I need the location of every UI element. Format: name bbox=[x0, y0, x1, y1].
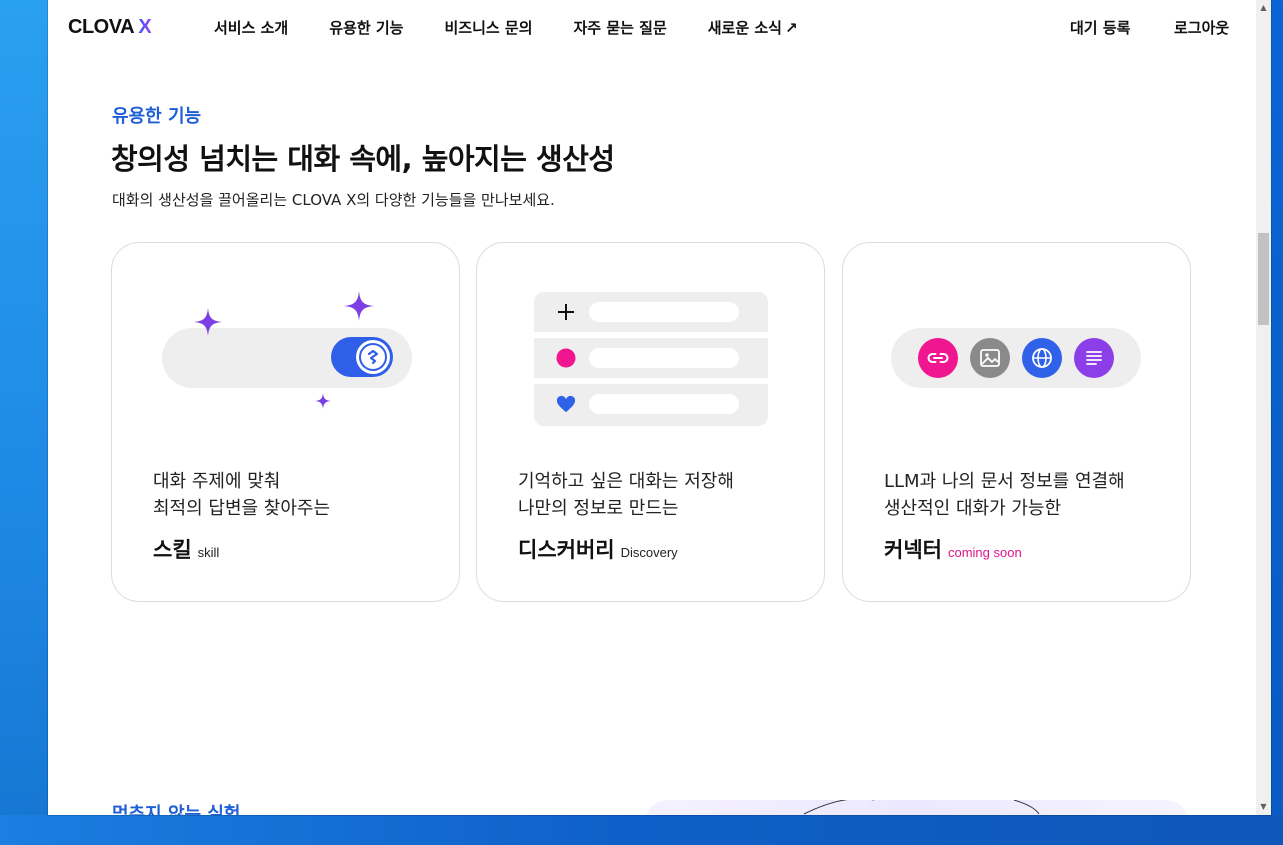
scroll-down-arrow-icon[interactable]: ▼ bbox=[1256, 799, 1271, 814]
card-title: 커넥터 coming soon bbox=[884, 534, 1022, 564]
card-name: 커넥터 bbox=[884, 538, 942, 562]
waitlist-link[interactable]: 대기 등록 bbox=[1070, 17, 1130, 38]
nav-item-faq[interactable]: 자주 묻는 질문 bbox=[574, 17, 667, 38]
card-description: 기억하고 싶은 대화는 저장해 나만의 정보로 만드는 bbox=[518, 471, 734, 519]
section-subline: 대화의 생산성을 끌어올리는 CLOVA X의 다양한 기능들을 만나보세요. bbox=[112, 191, 555, 209]
card-subtitle: skill bbox=[197, 545, 220, 560]
next-section-visual bbox=[644, 800, 1189, 815]
feature-card-connector: LLM과 나의 문서 정보를 연결해 생산적인 대화가 가능한 커넥터 comi… bbox=[842, 242, 1191, 602]
scroll-up-arrow-icon[interactable]: ▲ bbox=[1256, 0, 1271, 15]
section-eyebrow: 유용한 기능 bbox=[112, 106, 202, 127]
scrollbar-thumb[interactable] bbox=[1258, 233, 1269, 325]
coming-soon-badge: coming soon bbox=[947, 545, 1022, 560]
pink-dot-icon bbox=[556, 348, 576, 368]
next-section-eyebrow: 멈추지 않는 실험 bbox=[112, 804, 241, 815]
globe-icon bbox=[1022, 338, 1062, 378]
feature-card-skill: 대화 주제에 맞춰 최적의 답변을 찾아주는 스킬 skill bbox=[111, 242, 460, 602]
plus-icon bbox=[556, 302, 576, 322]
sparkle-icon bbox=[315, 393, 331, 409]
logo-x: X bbox=[138, 16, 152, 38]
card-name: 스킬 bbox=[153, 538, 192, 562]
heart-icon bbox=[556, 394, 576, 414]
card-name: 디스커버리 bbox=[518, 538, 615, 562]
discovery-list-row bbox=[534, 292, 768, 332]
document-icon bbox=[1074, 338, 1114, 378]
card-description: LLM과 나의 문서 정보를 연결해 생산적인 대화가 가능한 bbox=[884, 471, 1125, 519]
section-headline: 창의성 넘치는 대화 속에, 높아지는 생산성 bbox=[111, 142, 615, 176]
vertical-scrollbar[interactable] bbox=[1256, 0, 1271, 815]
external-link-icon: ↗ bbox=[784, 19, 798, 37]
desktop-background-bottom bbox=[0, 815, 1283, 845]
link-icon bbox=[918, 338, 958, 378]
sparkle-icon bbox=[194, 308, 222, 336]
discovery-list-row bbox=[534, 384, 768, 426]
card-title: 디스커버리 Discovery bbox=[518, 534, 678, 564]
card-title: 스킬 skill bbox=[153, 534, 219, 564]
nav-item-service-intro[interactable]: 서비스 소개 bbox=[214, 17, 288, 38]
nav-item-features[interactable]: 유용한 기능 bbox=[329, 17, 403, 38]
nav-item-news[interactable]: 새로운 소식 ↗ bbox=[708, 17, 798, 38]
browser-window: CLOVA X 서비스 소개 유용한 기능 비즈니스 문의 자주 묻는 질문 새… bbox=[48, 0, 1271, 815]
sparkle-icon bbox=[344, 291, 374, 321]
card-subtitle: Discovery bbox=[620, 545, 678, 560]
logout-link[interactable]: 로그아웃 bbox=[1174, 17, 1229, 38]
logo-text: CLOVA bbox=[68, 16, 134, 38]
skill-toggle-knob bbox=[356, 340, 390, 374]
site-header: CLOVA X 서비스 소개 유용한 기능 비즈니스 문의 자주 묻는 질문 새… bbox=[48, 0, 1256, 56]
image-icon bbox=[970, 338, 1010, 378]
desktop-background bbox=[0, 0, 48, 845]
nav-item-business-inquiry[interactable]: 비즈니스 문의 bbox=[444, 17, 532, 38]
discovery-list-row bbox=[534, 338, 768, 378]
main-nav: 서비스 소개 유용한 기능 비즈니스 문의 자주 묻는 질문 새로운 소식 ↗ bbox=[214, 17, 839, 38]
clova-x-logo[interactable]: CLOVA X bbox=[68, 16, 152, 39]
feature-card-discovery: 기억하고 싶은 대화는 저장해 나만의 정보로 만드는 디스커버리 Discov… bbox=[476, 242, 825, 602]
skill-logo-icon bbox=[367, 349, 379, 365]
card-description: 대화 주제에 맞춰 최적의 답변을 찾아주는 bbox=[153, 471, 331, 519]
